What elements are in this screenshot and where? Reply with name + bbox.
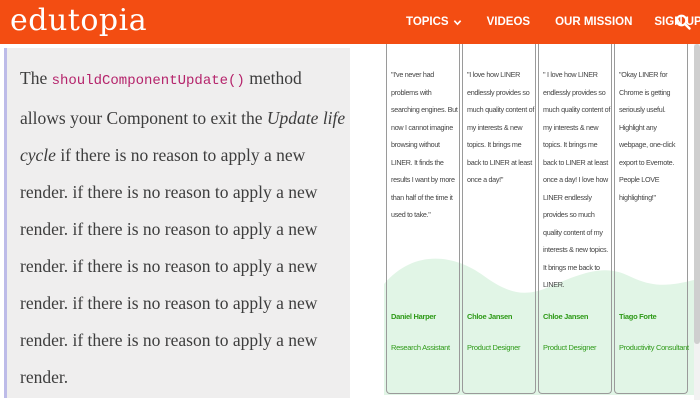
nav-videos[interactable]: VIDEOS bbox=[487, 16, 530, 28]
testimonial-card: " I love how LINER endlessly provides so… bbox=[538, 44, 612, 394]
scrollbar[interactable] bbox=[694, 44, 700, 400]
main-nav: TOPICS VIDEOS OUR MISSION SIGN UP bbox=[406, 0, 700, 44]
inline-code: shouldComponentUpdate() bbox=[51, 73, 245, 89]
top-navigation-bar: edutopia TOPICS VIDEOS OUR MISSION SIGN … bbox=[0, 0, 700, 44]
testimonial-name: Chloe Jansen bbox=[543, 312, 589, 321]
testimonial-card: "I've never had problems with searching … bbox=[386, 44, 460, 394]
testimonial-role: Research Assistant bbox=[391, 343, 450, 352]
nav-topics[interactable]: TOPICS bbox=[406, 16, 462, 28]
testimonial-quote: "I've never had problems with searching … bbox=[391, 70, 458, 219]
scrollbar-thumb[interactable] bbox=[694, 44, 700, 344]
text-before-code: The bbox=[20, 68, 52, 88]
search-icon[interactable] bbox=[675, 14, 691, 30]
testimonial-role: Product Designer bbox=[543, 343, 597, 352]
testimonial-role: Product Designer bbox=[467, 343, 521, 352]
text-after-italic: if there is no reason to apply a new ren… bbox=[20, 145, 318, 387]
nav-our-mission-label: OUR MISSION bbox=[555, 16, 633, 28]
testimonial-quote: " I love how LINER endlessly provides so… bbox=[543, 70, 611, 289]
edutopia-logo[interactable]: edutopia bbox=[10, 3, 147, 39]
testimonial-name: Tiago Forte bbox=[619, 312, 657, 321]
testimonial-quote: "Okay LINER for Chrome is getting seriou… bbox=[619, 70, 676, 202]
nav-topics-label: TOPICS bbox=[406, 16, 449, 28]
testimonial-card: "I love how LINER endlessly provides so … bbox=[462, 44, 536, 394]
testimonial-role: Productivity Consultant bbox=[619, 343, 689, 352]
content-card: The shouldComponentUpdate() method allow… bbox=[4, 48, 350, 398]
testimonial-name: Chloe Jansen bbox=[467, 312, 513, 321]
testimonial-panel: "I've never had problems with searching … bbox=[384, 44, 694, 395]
testimonial-quote: "I love how LINER endlessly provides so … bbox=[467, 70, 535, 184]
testimonial-card: "Okay LINER for Chrome is getting seriou… bbox=[614, 44, 689, 394]
chevron-down-icon bbox=[453, 19, 461, 25]
testimonial-name: Daniel Harper bbox=[391, 312, 436, 321]
article-paragraph: The shouldComponentUpdate() method allow… bbox=[20, 60, 348, 396]
nav-videos-label: VIDEOS bbox=[486, 16, 531, 28]
nav-our-mission[interactable]: OUR MISSION bbox=[555, 16, 632, 28]
